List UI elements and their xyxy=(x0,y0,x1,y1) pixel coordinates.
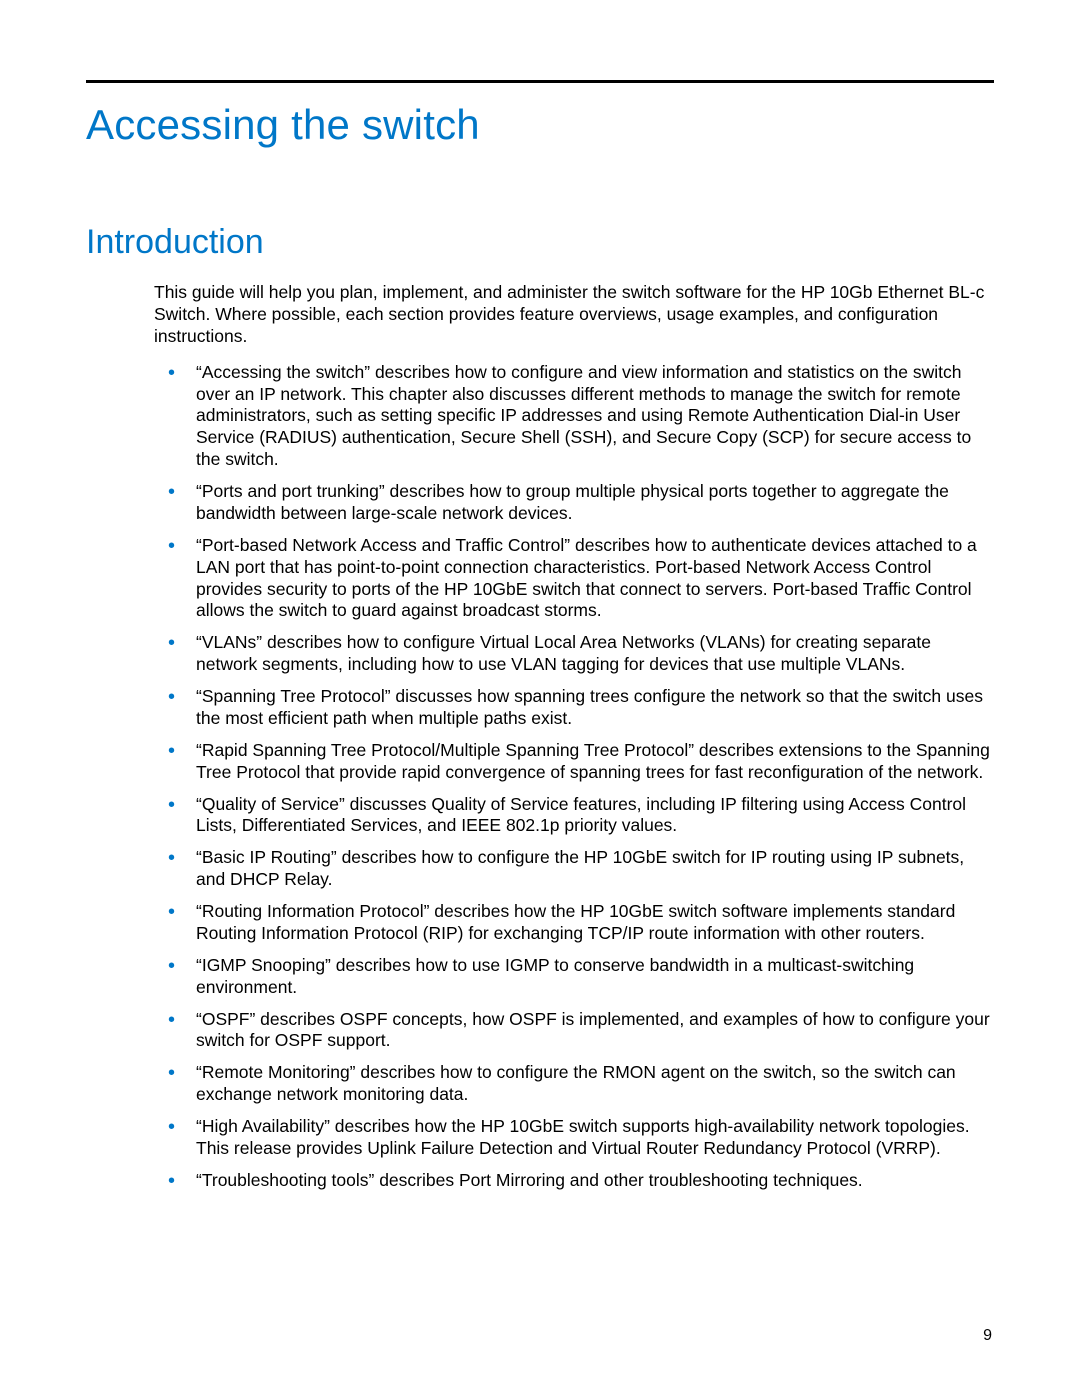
list-item: “Quality of Service” discusses Quality o… xyxy=(154,794,994,838)
list-item: “Ports and port trunking” describes how … xyxy=(154,481,994,525)
list-item: “High Availability” describes how the HP… xyxy=(154,1116,994,1160)
bullet-list: “Accessing the switch” describes how to … xyxy=(154,362,994,1192)
document-page: Accessing the switch Introduction This g… xyxy=(0,0,1080,1397)
page-title: Accessing the switch xyxy=(86,101,994,149)
body-block: This guide will help you plan, implement… xyxy=(154,282,994,1192)
list-item: “Troubleshooting tools” describes Port M… xyxy=(154,1170,994,1192)
list-item: “Remote Monitoring” describes how to con… xyxy=(154,1062,994,1106)
list-item: “Routing Information Protocol” describes… xyxy=(154,901,994,945)
page-number: 9 xyxy=(983,1327,992,1345)
list-item: “OSPF” describes OSPF concepts, how OSPF… xyxy=(154,1009,994,1053)
list-item: “VLANs” describes how to configure Virtu… xyxy=(154,632,994,676)
list-item: “IGMP Snooping” describes how to use IGM… xyxy=(154,955,994,999)
list-item: “Rapid Spanning Tree Protocol/Multiple S… xyxy=(154,740,994,784)
top-rule xyxy=(86,80,994,83)
intro-paragraph: This guide will help you plan, implement… xyxy=(154,282,994,348)
list-item: “Basic IP Routing” describes how to conf… xyxy=(154,847,994,891)
list-item: “Spanning Tree Protocol” discusses how s… xyxy=(154,686,994,730)
list-item: “Accessing the switch” describes how to … xyxy=(154,362,994,471)
list-item: “Port-based Network Access and Traffic C… xyxy=(154,535,994,623)
section-heading: Introduction xyxy=(86,223,994,262)
